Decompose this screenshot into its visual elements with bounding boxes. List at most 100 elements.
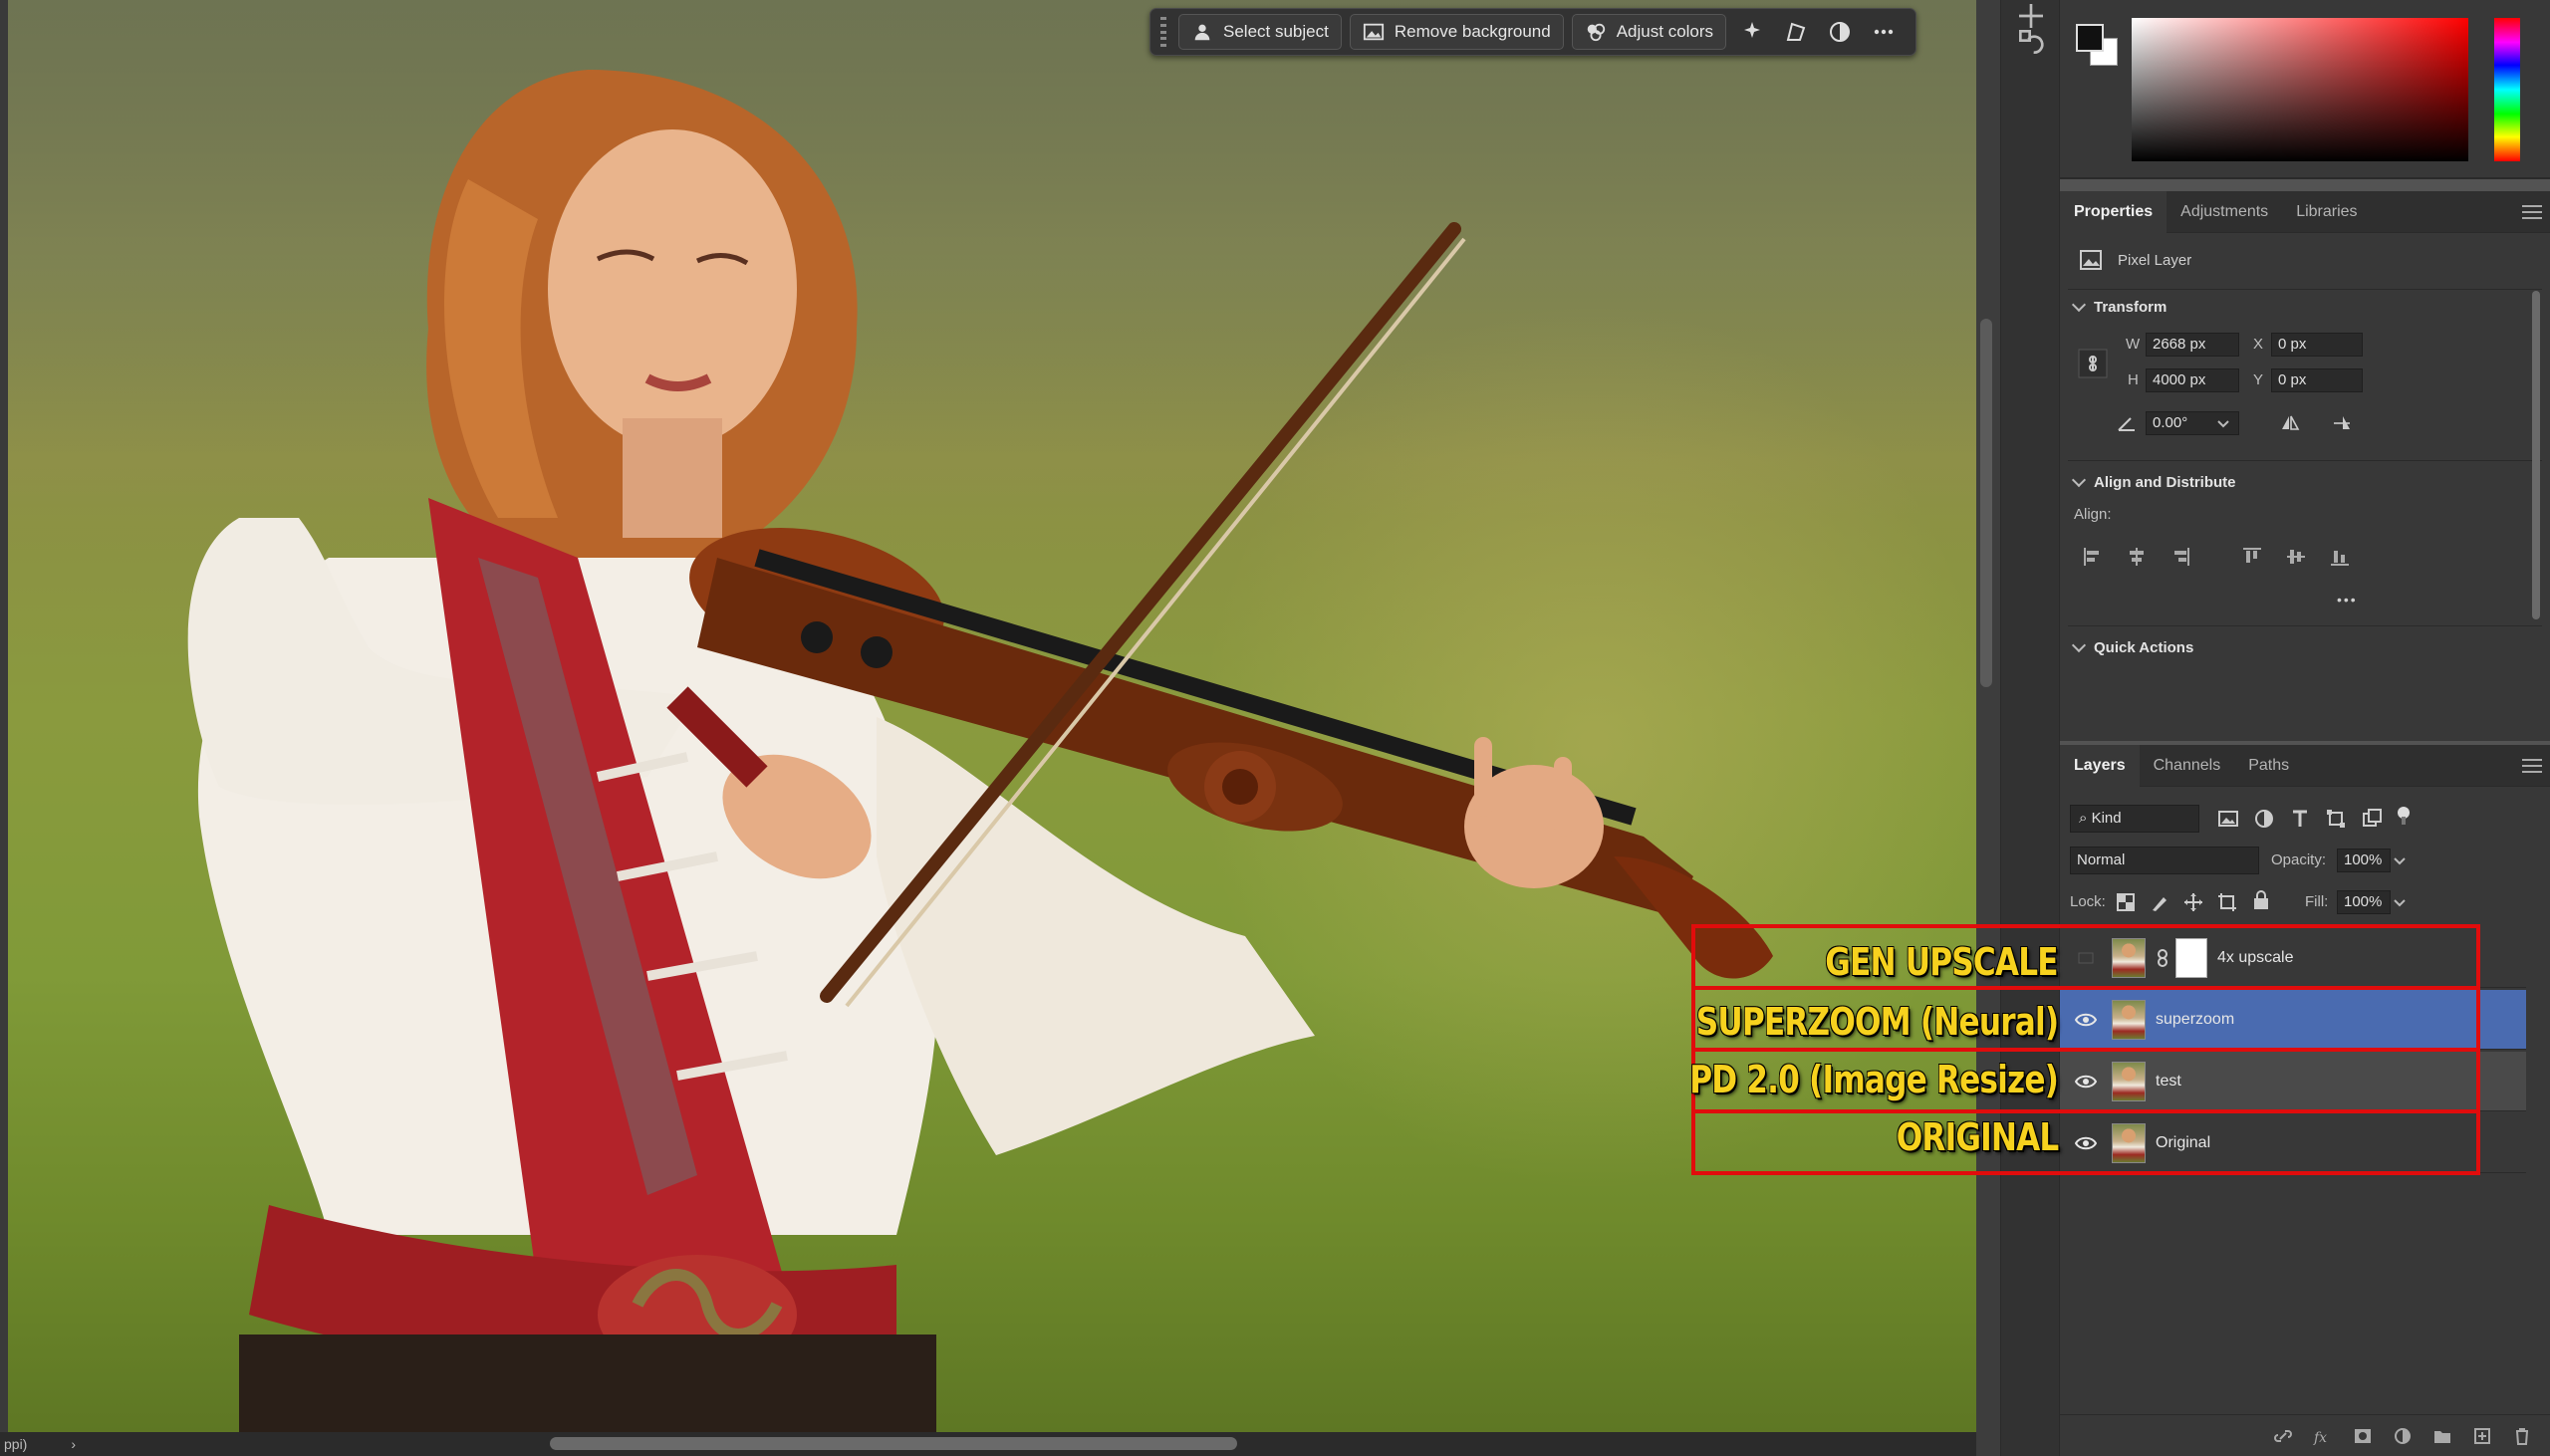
divider — [2068, 289, 2542, 290]
properties-tabs: Properties Adjustments Libraries — [2060, 190, 2550, 233]
remove-background-button[interactable]: Remove background — [1349, 14, 1564, 50]
status-arrow-button[interactable]: › — [71, 1436, 76, 1452]
chevron-down-icon[interactable] — [2391, 891, 2409, 913]
adjust-colors-icon — [1587, 23, 1605, 42]
blend-mode-dropdown[interactable]: Normal — [2070, 847, 2259, 874]
panel-menu-icon[interactable] — [2522, 204, 2542, 219]
canvas-vertical-scroll-track — [1976, 0, 2000, 1456]
annotation-box-gen-upscale — [1691, 924, 2480, 990]
x-field[interactable]: 0 px — [2271, 333, 2363, 357]
quick-actions-toggle[interactable]: Quick Actions — [2071, 637, 2194, 656]
quick-actions-title: Quick Actions — [2094, 639, 2194, 656]
taskbar-grip-handle[interactable] — [1160, 17, 1166, 47]
tab-adjustments[interactable]: Adjustments — [2167, 191, 2282, 233]
align-bottom-edges-icon[interactable] — [2329, 546, 2351, 568]
opacity-label: Opacity: — [2271, 851, 2327, 868]
adjustment-layer-button[interactable] — [1822, 14, 1858, 50]
fill-field[interactable]: 100% — [2337, 890, 2391, 914]
height-field[interactable]: 4000 px — [2146, 368, 2239, 392]
align-left-edges-icon[interactable] — [2082, 546, 2104, 568]
lock-position-icon[interactable] — [2183, 891, 2203, 913]
new-adjustment-layer-icon[interactable] — [2393, 1426, 2413, 1446]
chevron-down-icon — [2071, 472, 2087, 488]
chevron-down-icon[interactable] — [2391, 849, 2409, 871]
x-label: X — [2253, 336, 2264, 353]
magic-sparkle-button[interactable] — [1734, 14, 1770, 50]
align-vertical-centers-icon[interactable] — [2285, 546, 2307, 568]
color-picker-field[interactable] — [2132, 18, 2468, 161]
delete-layer-icon[interactable] — [2512, 1426, 2532, 1446]
adjust-colors-label: Adjust colors — [1616, 22, 1714, 41]
tab-layers[interactable]: Layers — [2060, 744, 2140, 787]
chevron-down-icon[interactable] — [2215, 413, 2231, 433]
annotation-label-pd: PD 2.0 (Image Resize) — [1689, 1058, 2059, 1101]
add-mask-icon[interactable] — [2353, 1426, 2373, 1446]
lock-image-pixels-icon[interactable] — [2150, 891, 2169, 913]
align-top-edges-icon[interactable] — [2241, 546, 2263, 568]
more-align-options-button[interactable]: ••• — [2337, 592, 2358, 607]
tab-libraries[interactable]: Libraries — [2282, 191, 2371, 233]
hue-slider[interactable] — [2494, 18, 2520, 161]
layers-tabs: Layers Channels Paths — [2060, 744, 2550, 787]
flip-vertical-icon[interactable] — [2331, 412, 2353, 434]
annotation-label-original: ORIGINAL — [1896, 1115, 2059, 1159]
lock-transparent-pixels-icon[interactable] — [2116, 891, 2136, 913]
y-field[interactable]: 0 px — [2271, 368, 2363, 392]
more-dots-icon — [1874, 29, 1894, 35]
tab-channels[interactable]: Channels — [2140, 745, 2235, 787]
annotation-box-original — [1691, 1109, 2480, 1175]
divider — [2068, 460, 2542, 461]
properties-panel: Properties Adjustments Libraries — [2060, 190, 2550, 741]
select-subject-button[interactable]: Select subject — [1178, 14, 1342, 50]
new-group-icon[interactable] — [2432, 1426, 2452, 1446]
history-icon[interactable] — [2015, 26, 2047, 58]
align-label: Align: — [2074, 506, 2112, 523]
width-field[interactable]: 2668 px — [2146, 333, 2239, 357]
foreground-color-swatch[interactable] — [2076, 24, 2104, 52]
new-layer-icon[interactable] — [2472, 1426, 2492, 1446]
chevron-down-icon — [2071, 297, 2087, 313]
vertical-scrollbar[interactable] — [1980, 319, 1992, 687]
layer-effects-icon[interactable]: fx — [2313, 1426, 2333, 1446]
link-layers-icon[interactable] — [2273, 1426, 2293, 1446]
opacity-field[interactable]: 100% — [2337, 849, 2391, 872]
align-section-toggle[interactable]: Align and Distribute — [2071, 472, 2236, 491]
lock-all-icon[interactable] — [2251, 889, 2271, 911]
pixel-layer-icon — [2080, 250, 2102, 270]
status-zoom-info: ppi) — [4, 1436, 28, 1452]
filter-adjustment-icon[interactable] — [2253, 808, 2275, 830]
filter-smart-object-icon[interactable] — [2361, 808, 2383, 830]
tab-paths[interactable]: Paths — [2234, 745, 2303, 787]
filter-type-icon[interactable] — [2289, 808, 2311, 830]
align-horizontal-centers-icon[interactable] — [2126, 546, 2148, 568]
half-circle-icon — [1830, 22, 1851, 42]
transform-button[interactable] — [1778, 14, 1814, 50]
horizontal-scrollbar[interactable] — [550, 1437, 1237, 1450]
align-right-edges-icon[interactable] — [2169, 546, 2191, 568]
adjust-colors-button[interactable]: Adjust colors — [1571, 14, 1727, 50]
layer-filter-dropdown[interactable]: ⌕ Kind — [2070, 805, 2199, 833]
lock-label: Lock: — [2070, 893, 2106, 910]
photoshop-window: Select subject Remove background Adjust … — [0, 0, 2550, 1456]
panel-menu-icon[interactable] — [2522, 758, 2542, 773]
tab-properties[interactable]: Properties — [2060, 190, 2168, 233]
panel-icon-strip — [2000, 0, 2060, 1456]
properties-scrollbar[interactable] — [2532, 291, 2540, 619]
transform-title: Transform — [2094, 299, 2168, 316]
divider — [2068, 625, 2542, 626]
link-dimensions-icon[interactable] — [2078, 349, 2108, 378]
canvas-edge — [0, 0, 8, 1432]
flip-horizontal-icon[interactable] — [2279, 412, 2301, 434]
filter-shape-icon[interactable] — [2325, 808, 2347, 830]
sparkle-icon — [1744, 22, 1761, 38]
more-options-button[interactable] — [1866, 14, 1902, 50]
chevron-down-icon — [2071, 637, 2087, 653]
search-icon: ⌕ — [2079, 810, 2088, 827]
photo-violinist — [187, 70, 1773, 1432]
angle-icon — [2118, 417, 2135, 431]
document-canvas[interactable]: Select subject Remove background Adjust … — [0, 0, 1976, 1432]
filter-toggle-icon[interactable] — [2395, 805, 2413, 827]
lock-artboard-icon[interactable] — [2217, 891, 2237, 913]
filter-pixel-icon[interactable] — [2217, 808, 2239, 830]
transform-section-toggle[interactable]: Transform — [2071, 297, 2168, 316]
